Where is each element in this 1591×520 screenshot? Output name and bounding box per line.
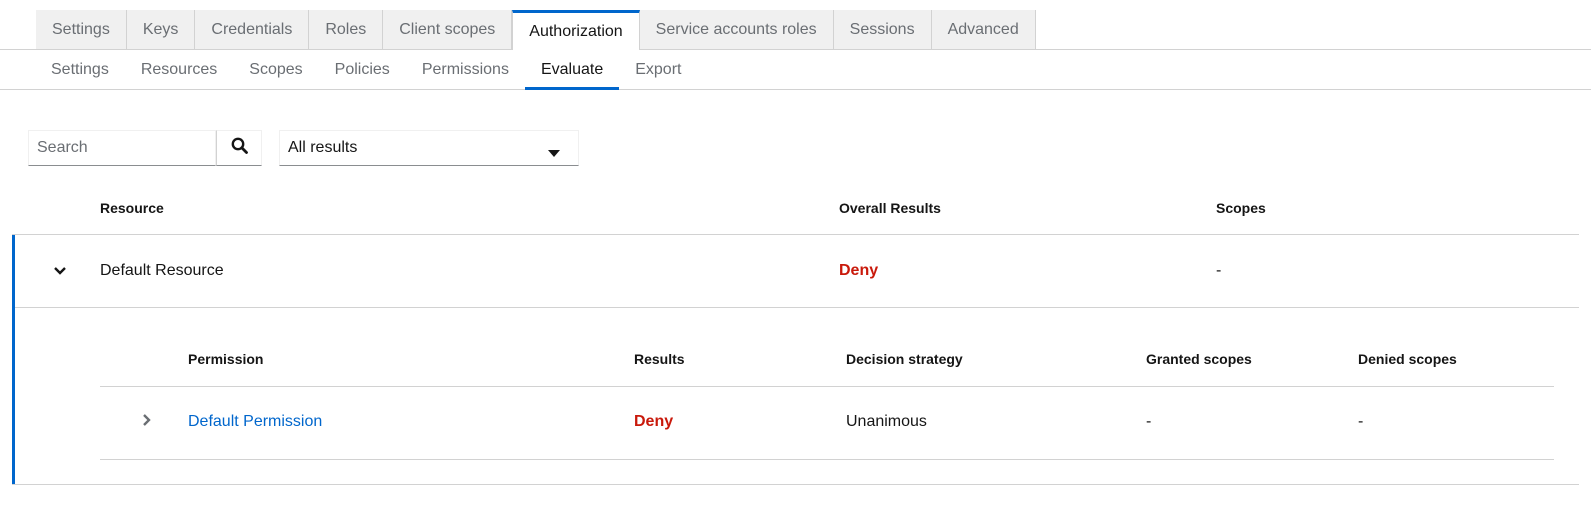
subtab-policies[interactable]: Policies <box>319 50 406 90</box>
tab-authorization[interactable]: Authorization <box>512 10 640 50</box>
nested-header-decision-strategy: Decision strategy <box>846 351 963 367</box>
row-divider <box>15 307 1579 308</box>
caret-down-icon <box>548 145 560 163</box>
nested-header-denied-scopes: Denied scopes <box>1358 351 1457 367</box>
col-header-overall-results: Overall Results <box>839 200 941 216</box>
tab-settings[interactable]: Settings <box>36 10 127 49</box>
chevron-right-icon <box>143 413 151 431</box>
nested-header-divider <box>100 386 1554 387</box>
table-bottom-divider <box>12 484 1579 485</box>
subtab-scopes[interactable]: Scopes <box>233 50 318 90</box>
row-expand-toggle[interactable] <box>50 261 70 281</box>
search-icon <box>231 137 248 159</box>
nested-header-permission: Permission <box>188 351 264 367</box>
header-divider <box>12 234 1579 235</box>
nested-row-divider <box>100 459 1554 460</box>
expanded-row-indicator <box>12 235 15 485</box>
permission-expand-toggle[interactable] <box>137 412 157 432</box>
subtab-resources[interactable]: Resources <box>125 50 233 90</box>
sub-tab-row: Settings Resources Scopes Policies Permi… <box>35 50 697 90</box>
results-filter-select[interactable]: All results <box>279 130 579 166</box>
tab-keys[interactable]: Keys <box>126 10 196 49</box>
permission-granted-scopes: - <box>1146 413 1152 430</box>
search-button[interactable] <box>216 130 262 166</box>
chevron-down-icon <box>54 262 66 280</box>
nested-header-granted-scopes: Granted scopes <box>1146 351 1252 367</box>
tab-roles[interactable]: Roles <box>309 10 384 49</box>
main-tabs: Settings Keys Credentials Roles Client s… <box>0 0 1591 50</box>
tab-sessions[interactable]: Sessions <box>833 10 932 49</box>
resource-scopes: - <box>1216 262 1222 279</box>
subtab-permissions[interactable]: Permissions <box>406 50 525 90</box>
permission-link[interactable]: Default Permission <box>188 413 322 431</box>
search-input[interactable] <box>28 130 216 166</box>
subtab-export[interactable]: Export <box>619 50 697 90</box>
subtab-settings[interactable]: Settings <box>35 50 125 90</box>
subtab-evaluate[interactable]: Evaluate <box>524 50 620 90</box>
results-filter-value: All results <box>288 139 358 156</box>
permission-result-badge: Deny <box>634 413 674 430</box>
tab-client-scopes[interactable]: Client scopes <box>383 10 513 49</box>
tab-credentials[interactable]: Credentials <box>195 10 310 49</box>
resource-name: Default Resource <box>100 262 224 279</box>
tab-service-accounts-roles[interactable]: Service accounts roles <box>639 10 834 49</box>
search-group <box>28 130 262 166</box>
overall-result-badge: Deny <box>839 262 879 279</box>
permission-denied-scopes: - <box>1358 413 1364 430</box>
nested-header-results: Results <box>634 351 685 367</box>
col-header-scopes: Scopes <box>1216 200 1266 216</box>
sub-tabs: Settings Resources Scopes Policies Permi… <box>0 50 1591 90</box>
tab-advanced[interactable]: Advanced <box>931 10 1036 49</box>
main-tab-row: Settings Keys Credentials Roles Client s… <box>36 10 1036 50</box>
col-header-resource: Resource <box>100 200 164 216</box>
permission-decision-strategy: Unanimous <box>846 413 927 430</box>
